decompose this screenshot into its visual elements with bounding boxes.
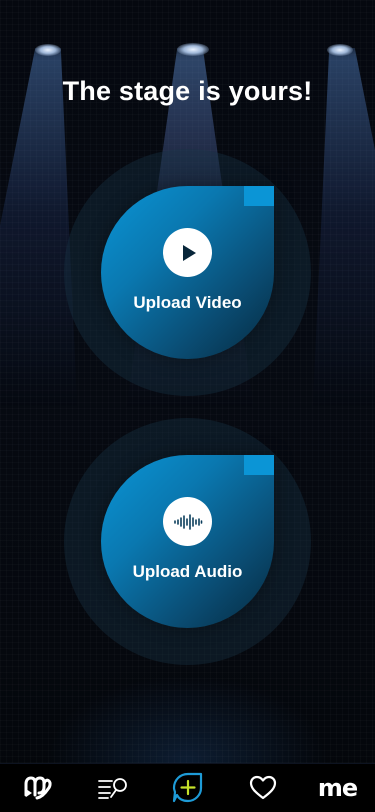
playlist-search-icon [97,778,127,799]
tab-browse[interactable] [85,766,141,810]
upload-video-label: Upload Video [133,293,242,312]
play-icon [163,228,212,277]
upload-screen: The stage is yours! Upload Video Upload … [0,0,375,812]
tab-profile-label: me [317,774,358,802]
bottom-tab-bar: me [0,763,375,812]
audio-waveform-icon [163,497,212,546]
tab-create[interactable] [160,766,216,810]
app-logo-icon [24,776,52,800]
tab-home[interactable] [10,766,66,810]
upload-audio-label: Upload Audio [132,562,243,581]
tab-profile[interactable]: me [310,766,366,810]
page-title: The stage is yours! [62,76,313,106]
upload-audio-button[interactable]: Upload Audio [64,418,311,665]
heart-icon [249,775,276,800]
tab-favorites[interactable] [235,766,291,810]
upload-video-button[interactable]: Upload Video [64,149,311,396]
create-plus-icon [172,772,202,803]
